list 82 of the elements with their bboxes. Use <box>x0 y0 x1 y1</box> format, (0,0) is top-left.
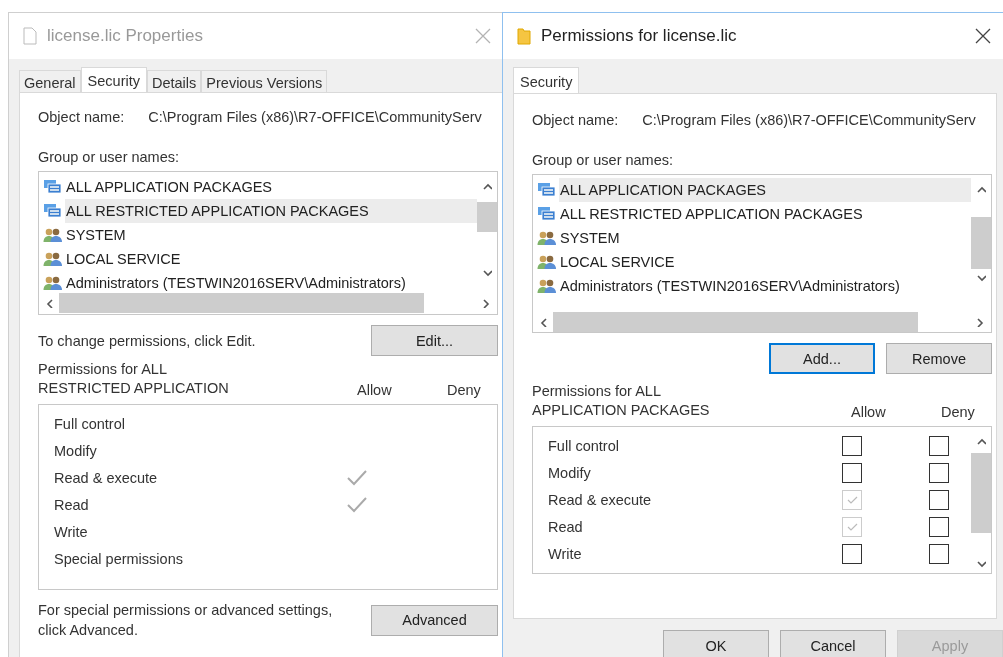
field-label: Object name: <box>38 109 125 125</box>
list-item-label: SYSTEM <box>66 227 127 243</box>
users-icon <box>537 230 557 246</box>
users-icon <box>43 227 63 243</box>
permission-label: Full control <box>548 437 620 454</box>
field-label: Group or user names: <box>532 152 675 168</box>
checkbox[interactable] <box>929 462 949 483</box>
instruction-text: For special permissions or advanced settings, click Advanced. <box>38 601 333 640</box>
list-item[interactable]: SYSTEM <box>537 226 971 250</box>
list-item[interactable]: LOCAL SERVICE <box>43 247 477 271</box>
advanced-button[interactable]: Advanced <box>371 604 498 636</box>
checkbox[interactable] <box>842 462 862 483</box>
list-item[interactable]: ALL APPLICATION PACKAGES <box>537 178 971 202</box>
column-header: Allow <box>851 404 887 420</box>
permission-label: Read & execute <box>54 469 159 486</box>
close-icon[interactable] <box>975 28 991 44</box>
permission-label: Full control <box>54 415 126 432</box>
column-header: Allow <box>357 382 393 398</box>
permission-label: Read <box>548 518 584 535</box>
list-item-label: SYSTEM <box>560 230 621 246</box>
column-header: Deny <box>941 404 976 420</box>
list-item[interactable]: Administrators (TESTWIN2016SERV\Administrators) <box>43 271 477 293</box>
permission-label: Modify <box>548 464 592 481</box>
tab[interactable]: Security <box>80 67 147 92</box>
network-group-icon <box>537 182 557 198</box>
list-item[interactable]: ALL RESTRICTED APPLICATION PACKAGES <box>537 202 971 226</box>
tab[interactable]: Previous Versions <box>201 70 328 92</box>
column-header: Deny <box>447 382 482 398</box>
list-item-label: Administrators (TESTWIN2016SERV\Administrators) <box>66 275 407 291</box>
scrollbar-thumb[interactable] <box>971 217 991 269</box>
scrollbar-thumb[interactable] <box>477 202 497 232</box>
list-item-label: ALL APPLICATION PACKAGES <box>66 179 274 195</box>
field-label: Group or user names: <box>38 149 181 165</box>
object-path: C:\Program Files (x86)\R7-OFFICE\CommunityServ <box>642 112 976 128</box>
list-item[interactable]: ALL APPLICATION PACKAGES <box>43 175 477 199</box>
dialog-button[interactable]: Cancel <box>780 630 886 657</box>
users-icon <box>43 275 63 291</box>
permission-label: Write <box>548 545 583 562</box>
field-label: Object name: <box>532 112 619 128</box>
tab[interactable]: Details <box>147 70 202 92</box>
folder-icon <box>517 27 531 45</box>
tab[interactable]: General <box>19 70 81 92</box>
users-icon <box>537 278 557 294</box>
list-item-label: LOCAL SERVICE <box>66 251 182 267</box>
window-title: license.lic Properties <box>47 26 204 46</box>
scrollbar-thumb[interactable] <box>971 453 991 533</box>
dialog-button[interactable]: Edit... <box>371 325 498 356</box>
list-item-label: ALL RESTRICTED APPLICATION PACKAGES <box>560 206 864 222</box>
tab[interactable]: Security <box>513 67 580 93</box>
section-label: Permissions for ALL APPLICATION PACKAGES <box>532 382 711 420</box>
checkbox[interactable] <box>929 543 949 564</box>
permission-label: Read & execute <box>548 491 653 508</box>
dialog-button[interactable]: OK <box>663 630 769 657</box>
scrollbar-thumb[interactable] <box>59 293 424 313</box>
checkbox[interactable] <box>842 435 862 456</box>
scrollbar-thumb[interactable] <box>553 312 918 332</box>
network-group-icon <box>537 206 557 222</box>
users-icon <box>43 251 63 267</box>
permission-label: Modify <box>54 442 98 459</box>
list-item[interactable]: SYSTEM <box>43 223 477 247</box>
checkbox[interactable] <box>842 543 862 564</box>
list-item[interactable]: Administrators (TESTWIN2016SERV\Administrators) <box>537 274 971 298</box>
dialog-button[interactable]: Add... <box>769 343 875 374</box>
list-item-label: Administrators (TESTWIN2016SERV\Administrators) <box>560 278 901 294</box>
list-item-label: LOCAL SERVICE <box>560 254 676 270</box>
document-icon <box>23 27 37 45</box>
instruction-text: To change permissions, click Edit. <box>38 332 256 349</box>
network-group-icon <box>43 203 63 219</box>
checkbox[interactable] <box>929 489 949 510</box>
users-icon <box>537 254 557 270</box>
permission-label: Write <box>54 523 89 540</box>
checkbox[interactable] <box>929 435 949 456</box>
list-item[interactable]: ALL RESTRICTED APPLICATION PACKAGES <box>43 199 477 223</box>
permission-label: Read <box>54 496 90 513</box>
object-path: C:\Program Files (x86)\R7-OFFICE\CommunityServ <box>148 109 482 125</box>
checkbox[interactable] <box>929 516 949 537</box>
permission-label: Special permissions <box>54 550 184 567</box>
dialog-button[interactable]: Remove <box>886 343 992 374</box>
network-group-icon <box>43 179 63 195</box>
list-item[interactable]: LOCAL SERVICE <box>537 250 971 274</box>
section-label: Permissions for ALL RESTRICTED APPLICATION <box>38 360 230 398</box>
window-title: Permissions for license.lic <box>541 26 738 46</box>
